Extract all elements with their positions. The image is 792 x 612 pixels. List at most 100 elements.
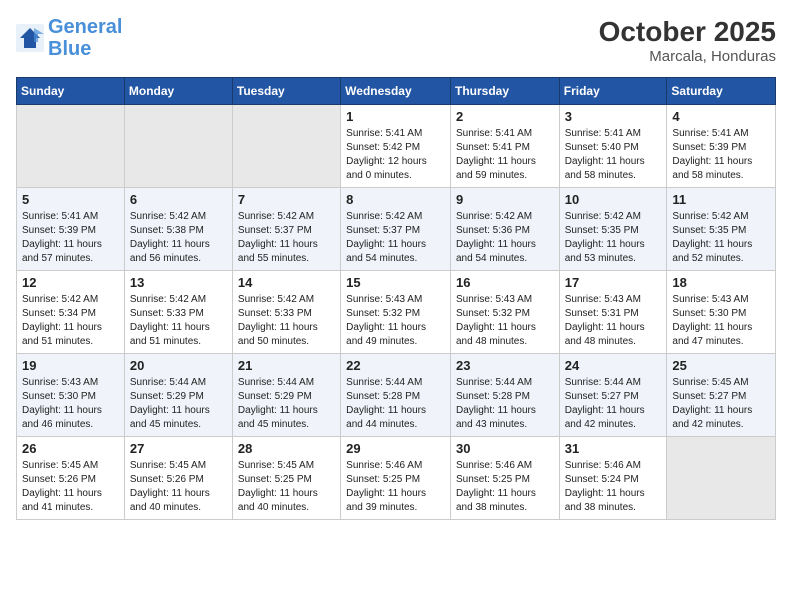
month-title: October 2025	[599, 16, 776, 48]
day-info: Sunrise: 5:42 AM Sunset: 5:33 PM Dayligh…	[130, 293, 227, 349]
calendar-cell: 29 Sunrise: 5:46 AM Sunset: 5:25 PM Dayli…	[341, 437, 451, 520]
day-number: 27	[130, 441, 227, 456]
day-number: 17	[565, 275, 662, 290]
day-number: 21	[238, 358, 335, 373]
calendar-row: 5 Sunrise: 5:41 AM Sunset: 5:39 PM Daylig…	[17, 188, 776, 271]
day-info: Sunrise: 5:44 AM Sunset: 5:27 PM Dayligh…	[565, 376, 662, 432]
day-number: 5	[22, 192, 119, 207]
calendar-cell: 8Sunrise: 5:42 AM Sunset: 5:37 PM Daylig…	[341, 188, 451, 271]
day-info: Sunrise: 5:45 AM Sunset: 5:27 PM Dayligh…	[672, 376, 770, 432]
calendar-cell: 14 Sunrise: 5:42 AM Sunset: 5:33 PM Dayli…	[232, 271, 340, 354]
calendar-cell: 31Sunrise: 5:46 AM Sunset: 5:24 PM Dayli…	[559, 437, 667, 520]
day-info: Sunrise: 5:41 AM Sunset: 5:41 PM Dayligh…	[456, 127, 554, 183]
calendar-row: 12 Sunrise: 5:42 AM Sunset: 5:34 PM Dayli…	[17, 271, 776, 354]
day-info: Sunrise: 5:42 AM Sunset: 5:34 PM Dayligh…	[22, 293, 119, 349]
day-info: Sunrise: 5:41 AM Sunset: 5:42 PM Dayligh…	[346, 127, 445, 183]
day-info: Sunrise: 5:44 AM Sunset: 5:28 PM Dayligh…	[346, 376, 445, 432]
calendar-cell: 4Sunrise: 5:41 AM Sunset: 5:39 PM Daylig…	[667, 105, 776, 188]
calendar-cell: 27 Sunrise: 5:45 AM Sunset: 5:26 PM Dayli…	[124, 437, 232, 520]
calendar-cell: 1 Sunrise: 5:41 AM Sunset: 5:42 PM Daylig…	[341, 105, 451, 188]
day-number: 1	[346, 109, 445, 124]
day-number: 19	[22, 358, 119, 373]
calendar-row: 19 Sunrise: 5:43 AM Sunset: 5:30 PM Dayli…	[17, 354, 776, 437]
weekday-header-cell: Saturday	[667, 78, 776, 105]
calendar-cell: 17 Sunrise: 5:43 AM Sunset: 5:31 PM Dayli…	[559, 271, 667, 354]
day-number: 3	[565, 109, 662, 124]
day-number: 28	[238, 441, 335, 456]
weekday-header-cell: Friday	[559, 78, 667, 105]
calendar-cell: 11 Sunrise: 5:42 AM Sunset: 5:35 PM Dayli…	[667, 188, 776, 271]
day-number: 14	[238, 275, 335, 290]
day-number: 11	[672, 192, 770, 207]
day-info: Sunrise: 5:42 AM Sunset: 5:37 PM Dayligh…	[346, 210, 445, 266]
day-number: 7	[238, 192, 335, 207]
day-number: 9	[456, 192, 554, 207]
day-info: Sunrise: 5:45 AM Sunset: 5:26 PM Dayligh…	[130, 459, 227, 515]
calendar-row: 26 Sunrise: 5:45 AM Sunset: 5:26 PM Dayli…	[17, 437, 776, 520]
calendar-cell: 5 Sunrise: 5:41 AM Sunset: 5:39 PM Daylig…	[17, 188, 125, 271]
weekday-header-cell: Thursday	[450, 78, 559, 105]
weekday-header-cell: Wednesday	[341, 78, 451, 105]
calendar-cell: 26 Sunrise: 5:45 AM Sunset: 5:26 PM Dayli…	[17, 437, 125, 520]
day-info: Sunrise: 5:42 AM Sunset: 5:36 PM Dayligh…	[456, 210, 554, 266]
day-number: 26	[22, 441, 119, 456]
day-info: Sunrise: 5:43 AM Sunset: 5:30 PM Dayligh…	[672, 293, 770, 349]
logo-icon	[16, 24, 44, 52]
day-info: Sunrise: 5:42 AM Sunset: 5:33 PM Dayligh…	[238, 293, 335, 349]
calendar-cell: 20 Sunrise: 5:44 AM Sunset: 5:29 PM Dayli…	[124, 354, 232, 437]
day-info: Sunrise: 5:45 AM Sunset: 5:25 PM Dayligh…	[238, 459, 335, 515]
day-info: Sunrise: 5:46 AM Sunset: 5:25 PM Dayligh…	[346, 459, 445, 515]
day-info: Sunrise: 5:43 AM Sunset: 5:32 PM Dayligh…	[346, 293, 445, 349]
logo: GeneralBlue	[16, 16, 122, 60]
day-number: 18	[672, 275, 770, 290]
day-number: 23	[456, 358, 554, 373]
header: GeneralBlue October 2025 Marcala, Hondur…	[16, 16, 776, 65]
calendar-cell	[667, 437, 776, 520]
day-info: Sunrise: 5:42 AM Sunset: 5:38 PM Dayligh…	[130, 210, 227, 266]
calendar-cell: 2 Sunrise: 5:41 AM Sunset: 5:41 PM Daylig…	[450, 105, 559, 188]
calendar-cell: 7 Sunrise: 5:42 AM Sunset: 5:37 PM Daylig…	[232, 188, 340, 271]
weekday-header-row: SundayMondayTuesdayWednesdayThursdayFrid…	[17, 78, 776, 105]
page: GeneralBlue October 2025 Marcala, Hondur…	[0, 0, 792, 612]
day-info: Sunrise: 5:44 AM Sunset: 5:29 PM Dayligh…	[130, 376, 227, 432]
day-number: 2	[456, 109, 554, 124]
day-info: Sunrise: 5:46 AM Sunset: 5:24 PM Dayligh…	[565, 459, 662, 515]
calendar-cell: 24Sunrise: 5:44 AM Sunset: 5:27 PM Dayli…	[559, 354, 667, 437]
calendar-table: SundayMondayTuesdayWednesdayThursdayFrid…	[16, 77, 776, 520]
weekday-header-cell: Monday	[124, 78, 232, 105]
calendar-cell: 15Sunrise: 5:43 AM Sunset: 5:32 PM Dayli…	[341, 271, 451, 354]
title-block: October 2025 Marcala, Honduras	[599, 16, 776, 65]
logo-name: GeneralBlue	[48, 16, 122, 60]
location: Marcala, Honduras	[599, 48, 776, 65]
calendar-body: 1 Sunrise: 5:41 AM Sunset: 5:42 PM Daylig…	[17, 105, 776, 520]
day-info: Sunrise: 5:43 AM Sunset: 5:31 PM Dayligh…	[565, 293, 662, 349]
day-info: Sunrise: 5:41 AM Sunset: 5:39 PM Dayligh…	[22, 210, 119, 266]
day-info: Sunrise: 5:42 AM Sunset: 5:35 PM Dayligh…	[672, 210, 770, 266]
calendar-cell: 13 Sunrise: 5:42 AM Sunset: 5:33 PM Dayli…	[124, 271, 232, 354]
calendar-cell: 30Sunrise: 5:46 AM Sunset: 5:25 PM Dayli…	[450, 437, 559, 520]
calendar-cell: 16Sunrise: 5:43 AM Sunset: 5:32 PM Dayli…	[450, 271, 559, 354]
calendar-cell	[232, 105, 340, 188]
calendar-cell: 23 Sunrise: 5:44 AM Sunset: 5:28 PM Dayli…	[450, 354, 559, 437]
calendar-cell: 22Sunrise: 5:44 AM Sunset: 5:28 PM Dayli…	[341, 354, 451, 437]
day-info: Sunrise: 5:41 AM Sunset: 5:40 PM Dayligh…	[565, 127, 662, 183]
calendar-cell	[17, 105, 125, 188]
calendar-cell	[124, 105, 232, 188]
weekday-header-cell: Tuesday	[232, 78, 340, 105]
day-number: 29	[346, 441, 445, 456]
day-info: Sunrise: 5:44 AM Sunset: 5:29 PM Dayligh…	[238, 376, 335, 432]
day-number: 20	[130, 358, 227, 373]
day-info: Sunrise: 5:45 AM Sunset: 5:26 PM Dayligh…	[22, 459, 119, 515]
day-info: Sunrise: 5:42 AM Sunset: 5:35 PM Dayligh…	[565, 210, 662, 266]
calendar-cell: 19 Sunrise: 5:43 AM Sunset: 5:30 PM Dayli…	[17, 354, 125, 437]
day-number: 4	[672, 109, 770, 124]
calendar-cell: 10Sunrise: 5:42 AM Sunset: 5:35 PM Dayli…	[559, 188, 667, 271]
calendar-row: 1 Sunrise: 5:41 AM Sunset: 5:42 PM Daylig…	[17, 105, 776, 188]
calendar-cell: 18 Sunrise: 5:43 AM Sunset: 5:30 PM Dayli…	[667, 271, 776, 354]
day-number: 25	[672, 358, 770, 373]
day-info: Sunrise: 5:43 AM Sunset: 5:30 PM Dayligh…	[22, 376, 119, 432]
day-info: Sunrise: 5:42 AM Sunset: 5:37 PM Dayligh…	[238, 210, 335, 266]
day-info: Sunrise: 5:44 AM Sunset: 5:28 PM Dayligh…	[456, 376, 554, 432]
day-number: 12	[22, 275, 119, 290]
day-number: 13	[130, 275, 227, 290]
